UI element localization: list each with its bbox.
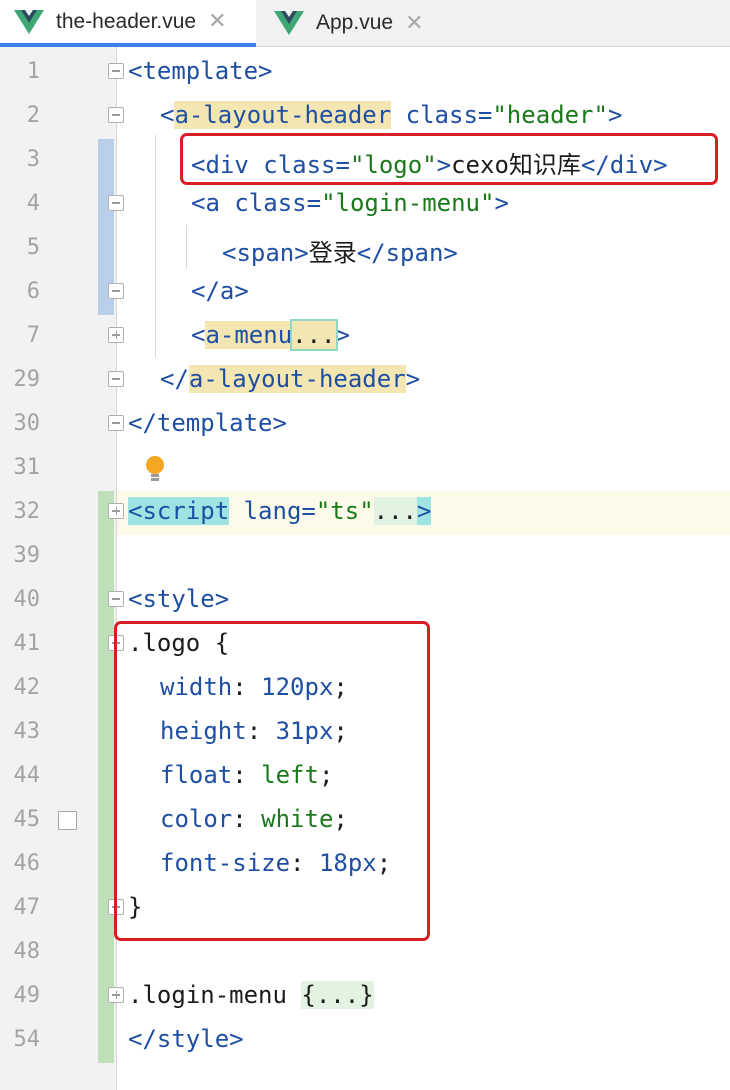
code-line[interactable]: 31 <box>0 447 730 491</box>
line-number: 7 <box>26 323 40 348</box>
fold-icon[interactable] <box>108 371 124 387</box>
code-text: <script lang="ts"...> <box>128 497 432 525</box>
annotation-box-logo-style <box>114 621 430 941</box>
vue-logo-icon <box>14 9 44 34</box>
line-number: 43 <box>13 719 41 744</box>
code-text: </template> <box>128 409 287 437</box>
tab-label: the-header.vue <box>56 9 197 33</box>
code-text: <a-layout-header class="header"> <box>160 101 623 129</box>
line-number: 5 <box>26 235 40 260</box>
close-icon[interactable]: ✕ <box>208 9 226 34</box>
line-number: 31 <box>13 455 41 480</box>
annotation-box-logo-div <box>180 133 718 185</box>
code-line[interactable]: 6 </a> <box>0 271 730 315</box>
code-line[interactable]: 5 <span>登录</span> <box>0 227 730 271</box>
checkbox-icon[interactable] <box>58 811 77 830</box>
line-number: 41 <box>13 631 41 656</box>
line-number: 39 <box>13 543 41 568</box>
editor-tab-bar: the-header.vue ✕ App.vue ✕ <box>0 0 730 47</box>
fold-icon[interactable] <box>108 987 124 1003</box>
code-text: <span>登录</span> <box>222 239 458 267</box>
line-number: 49 <box>13 983 41 1008</box>
code-line[interactable]: 29 </a-layout-header> <box>0 359 730 403</box>
code-text: </style> <box>128 1025 244 1053</box>
vue-logo-icon <box>274 11 304 35</box>
fold-icon[interactable] <box>108 283 124 299</box>
line-number: 42 <box>13 675 41 700</box>
code-line[interactable]: 30 </template> <box>0 403 730 447</box>
code-line[interactable]: 7 <a-menu...> <box>0 315 730 359</box>
line-number: 3 <box>26 147 40 172</box>
code-line[interactable]: 32 <script lang="ts"...> <box>0 491 730 535</box>
bulb-icon[interactable] <box>144 455 166 485</box>
folded-region[interactable]: ... <box>290 319 338 351</box>
tab-the-header-vue[interactable]: the-header.vue ✕ <box>0 0 256 47</box>
fold-icon[interactable] <box>108 591 124 607</box>
fold-icon[interactable] <box>108 195 124 211</box>
code-line[interactable]: 54 </style> <box>0 1019 730 1063</box>
line-number: 46 <box>13 851 41 876</box>
code-line[interactable]: 39 <box>0 535 730 579</box>
line-number: 2 <box>26 103 40 128</box>
line-number: 1 <box>26 59 40 84</box>
line-number: 29 <box>13 367 41 392</box>
close-icon[interactable]: ✕ <box>405 11 423 36</box>
code-text: <a-menu...> <box>191 319 350 351</box>
fold-icon[interactable] <box>108 107 124 123</box>
code-text: <a class="login-menu"> <box>191 189 509 217</box>
tab-label: App.vue <box>316 11 394 34</box>
fold-icon[interactable] <box>108 63 124 79</box>
line-number: 32 <box>13 499 41 524</box>
line-number: 54 <box>13 1027 41 1052</box>
line-number: 44 <box>13 763 41 788</box>
line-number: 4 <box>26 191 40 216</box>
line-number: 47 <box>13 895 41 920</box>
code-text: <style> <box>128 585 230 613</box>
line-number: 48 <box>13 939 41 964</box>
code-line[interactable]: 40 <style> <box>0 579 730 623</box>
code-line[interactable]: 4 <a class="login-menu"> <box>0 183 730 227</box>
fold-icon[interactable] <box>108 327 124 343</box>
line-number: 30 <box>13 411 41 436</box>
code-line[interactable]: 1 <template> <box>0 51 730 95</box>
code-line[interactable]: 49 .login-menu {...} <box>0 975 730 1019</box>
code-text: <template> <box>128 57 273 85</box>
line-number: 6 <box>26 279 40 304</box>
fold-icon[interactable] <box>108 415 124 431</box>
code-text: .login-menu {...} <box>128 981 374 1009</box>
fold-icon[interactable] <box>108 503 124 519</box>
code-text: </a-layout-header> <box>160 365 421 393</box>
line-number: 40 <box>13 587 41 612</box>
code-editor[interactable]: 1 <template> 2 <a-layout-header class="h… <box>0 47 730 1090</box>
line-number: 45 <box>13 807 41 832</box>
code-text: </a> <box>191 277 249 305</box>
tab-app-vue[interactable]: App.vue ✕ <box>256 0 446 46</box>
